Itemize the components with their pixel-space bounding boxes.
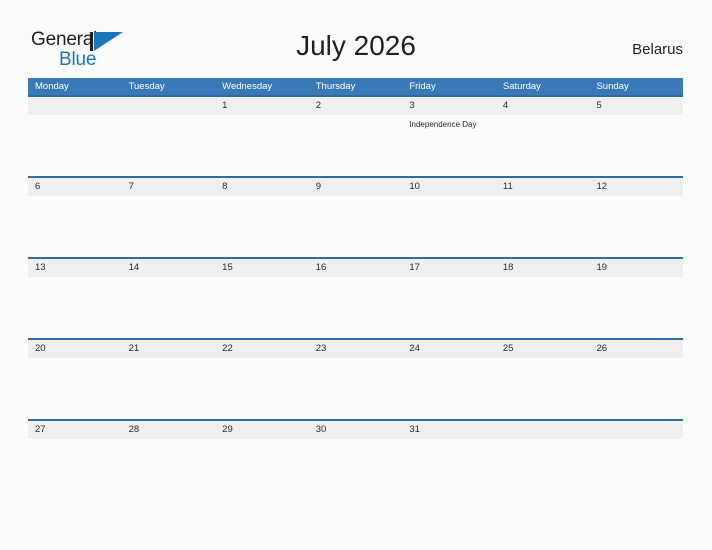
- day-cell[interactable]: 23: [309, 340, 403, 419]
- day-cell[interactable]: 2: [309, 97, 403, 176]
- day-number: 18: [502, 262, 514, 273]
- day-number: 27: [35, 424, 46, 435]
- weekday-sunday: Sunday: [596, 81, 629, 92]
- day-number: 14: [128, 262, 140, 273]
- day-number: 21: [128, 343, 140, 354]
- day-number: 26: [596, 343, 608, 354]
- week-row: 27 28 29 30 31: [28, 419, 683, 500]
- day-cell[interactable]: 16: [309, 259, 403, 338]
- day-number: 29: [222, 424, 233, 435]
- day-cell[interactable]: 31: [402, 421, 496, 500]
- day-cell[interactable]: 9: [309, 178, 403, 257]
- day-number: 4: [502, 100, 509, 111]
- week-cells: 1 2 3 Independence Day 4 5: [28, 97, 683, 176]
- page-title: July 2026: [296, 30, 416, 61]
- day-cell[interactable]: 11: [496, 178, 590, 257]
- day-number: 12: [596, 181, 608, 192]
- day-event: Independence Day: [409, 120, 477, 129]
- day-cell[interactable]: 24: [402, 340, 496, 419]
- day-cell[interactable]: 4: [496, 97, 590, 176]
- calendar-page: General Blue July 2026 Belarus Monday Tu…: [0, 0, 712, 550]
- day-cell[interactable]: 29: [215, 421, 309, 500]
- day-number: 2: [315, 100, 322, 111]
- week-row: 6 7 8 9 10 11 12: [28, 176, 683, 257]
- day-number: 22: [222, 343, 233, 354]
- day-cell[interactable]: 1: [215, 97, 309, 176]
- week-cells: 13 14 15 16 17 18 19: [28, 259, 683, 338]
- day-cell[interactable]: 18: [496, 259, 590, 338]
- day-number: 11: [502, 181, 513, 192]
- day-cell[interactable]: 25: [496, 340, 590, 419]
- day-number: 9: [315, 181, 322, 192]
- day-number: 23: [315, 343, 327, 354]
- day-cell[interactable]: 5: [589, 97, 683, 176]
- day-number: 5: [596, 100, 602, 111]
- day-cell[interactable]: 21: [122, 340, 216, 419]
- week-cells: 20 21 22 23 24 25 26: [28, 340, 683, 419]
- weekday-friday: Friday: [409, 81, 436, 92]
- day-number: 28: [128, 424, 140, 435]
- day-number: 6: [35, 181, 41, 192]
- day-number: 20: [35, 343, 46, 354]
- week-cells: 27 28 29 30 31: [28, 421, 683, 500]
- day-cell[interactable]: 3 Independence Day: [402, 97, 496, 176]
- weekday-saturday: Saturday: [502, 81, 541, 92]
- weekday-monday: Monday: [35, 81, 69, 92]
- day-cell[interactable]: 15: [215, 259, 309, 338]
- day-number: 8: [222, 181, 228, 192]
- day-cell[interactable]: 6: [28, 178, 122, 257]
- day-cell[interactable]: 20: [28, 340, 122, 419]
- day-number: 16: [315, 262, 327, 273]
- day-cell[interactable]: 7: [122, 178, 216, 257]
- day-number: 19: [596, 262, 608, 273]
- weekday-header-row: Monday Tuesday Wednesday Thursday Friday…: [28, 78, 683, 95]
- day-cell[interactable]: 17: [402, 259, 496, 338]
- weekday-tuesday: Tuesday: [128, 81, 165, 92]
- weekday-wednesday: Wednesday: [222, 81, 273, 92]
- day-cell[interactable]: 13: [28, 259, 122, 338]
- day-number: 1: [222, 100, 228, 111]
- day-number: 13: [35, 262, 46, 273]
- day-number: 10: [409, 181, 420, 192]
- day-cell[interactable]: 27: [28, 421, 122, 500]
- calendar-grid: Monday Tuesday Wednesday Thursday Friday…: [28, 78, 683, 500]
- day-cell[interactable]: [589, 421, 683, 500]
- week-row: 1 2 3 Independence Day 4 5: [28, 95, 683, 176]
- day-number: 3: [409, 100, 415, 111]
- day-cell[interactable]: 8: [215, 178, 309, 257]
- day-cell[interactable]: 14: [122, 259, 216, 338]
- day-cell[interactable]: 30: [309, 421, 403, 500]
- day-number: 25: [502, 343, 514, 354]
- day-number: 24: [409, 343, 420, 354]
- week-row: 20 21 22 23 24 25 26: [28, 338, 683, 419]
- day-cell[interactable]: [122, 97, 216, 176]
- page-header: General Blue July 2026 Belarus: [0, 0, 712, 78]
- day-cell[interactable]: 28: [122, 421, 216, 500]
- day-cell[interactable]: [496, 421, 590, 500]
- day-number: 17: [409, 262, 420, 273]
- week-row: 13 14 15 16 17 18 19: [28, 257, 683, 338]
- day-number: 7: [128, 181, 134, 192]
- day-number: 15: [222, 262, 233, 273]
- day-cell[interactable]: 10: [402, 178, 496, 257]
- day-cell[interactable]: 26: [589, 340, 683, 419]
- day-cell[interactable]: 19: [589, 259, 683, 338]
- weekday-thursday: Thursday: [315, 81, 356, 92]
- day-cell[interactable]: [28, 97, 122, 176]
- day-cell[interactable]: 12: [589, 178, 683, 257]
- week-cells: 6 7 8 9 10 11 12: [28, 178, 683, 257]
- country-label: Belarus: [632, 41, 683, 58]
- day-number: 30: [315, 424, 327, 435]
- day-number: 31: [409, 424, 420, 435]
- day-cell[interactable]: 22: [215, 340, 309, 419]
